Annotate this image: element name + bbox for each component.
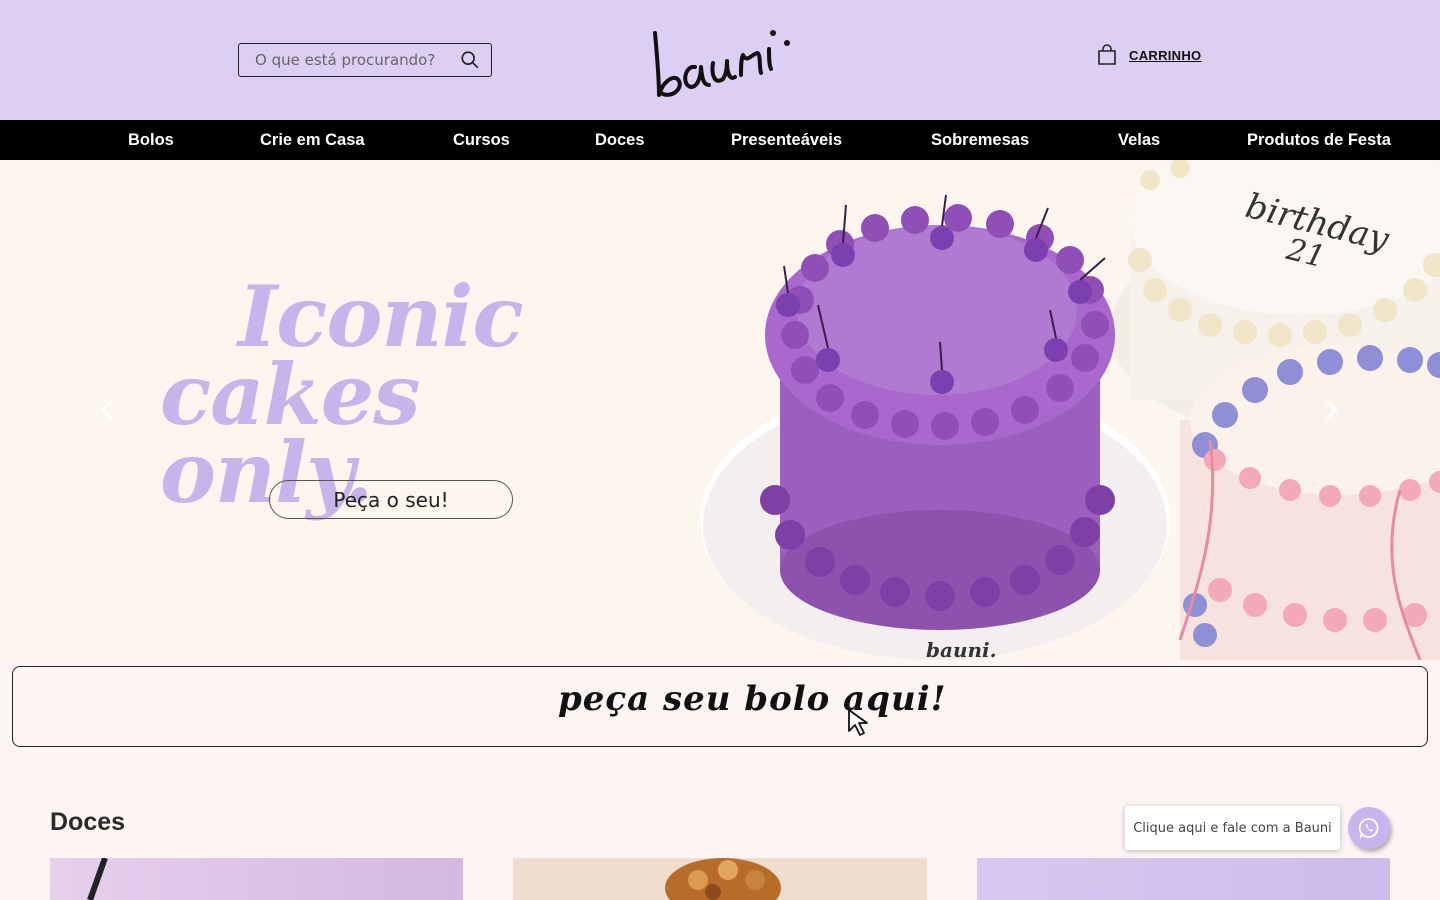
nav-item-bolos[interactable]: Bolos [128,120,174,160]
product-image [665,858,781,900]
product-card[interactable] [977,858,1390,900]
product-card[interactable] [513,858,927,900]
bauni-logo-icon [653,30,790,97]
whatsapp-button[interactable] [1348,807,1390,849]
nav-item-produtos-de-festa[interactable]: Produtos de Festa [1247,120,1391,160]
nav-item-presenteaveis[interactable]: Presenteáveis [731,120,842,160]
search-box[interactable] [238,43,492,77]
cart-link[interactable]: CARRINHO [1097,44,1201,66]
order-banner-text: peça seu bolo aqui! [558,679,947,719]
nav-item-crie-em-casa[interactable]: Crie em Casa [260,120,365,160]
order-cake-banner[interactable]: peça seu bolo aqui! [12,666,1428,747]
product-card[interactable] [50,858,463,900]
pointer-cursor-icon [848,709,868,736]
nav-item-cursos[interactable]: Cursos [453,120,510,160]
plate-brand-text: bauni. [926,638,997,660]
section-title-doces: Doces [50,808,126,836]
site-header: CARRINHO [0,0,1440,120]
shopping-bag-icon [1098,44,1116,65]
nav-item-velas[interactable]: Velas [1118,120,1160,160]
hero-title: Iconic cakes only. [160,275,630,515]
chevron-left-icon [101,400,113,420]
carousel-prev-button[interactable] [97,398,117,422]
search-icon[interactable] [459,49,481,71]
product-image [87,858,108,900]
whatsapp-chat-label[interactable]: Clique aqui e fale com a Bauni [1125,806,1340,850]
site-logo[interactable] [645,15,795,103]
hero-carousel: Iconic cakes only. Peça o seu! birthday … [0,160,1440,660]
carousel-next-button[interactable] [1322,398,1342,422]
chevron-right-icon [1326,400,1338,420]
nav-item-doces[interactable]: Doces [595,120,645,160]
nav-item-sobremesas[interactable]: Sobremesas [931,120,1029,160]
search-input[interactable] [255,51,451,69]
main-nav: Bolos Crie em Casa Cursos Doces Presente… [0,120,1440,160]
order-now-button[interactable]: Peça o seu! [269,480,513,519]
cart-label: CARRINHO [1129,47,1202,63]
whatsapp-icon [1358,818,1379,838]
